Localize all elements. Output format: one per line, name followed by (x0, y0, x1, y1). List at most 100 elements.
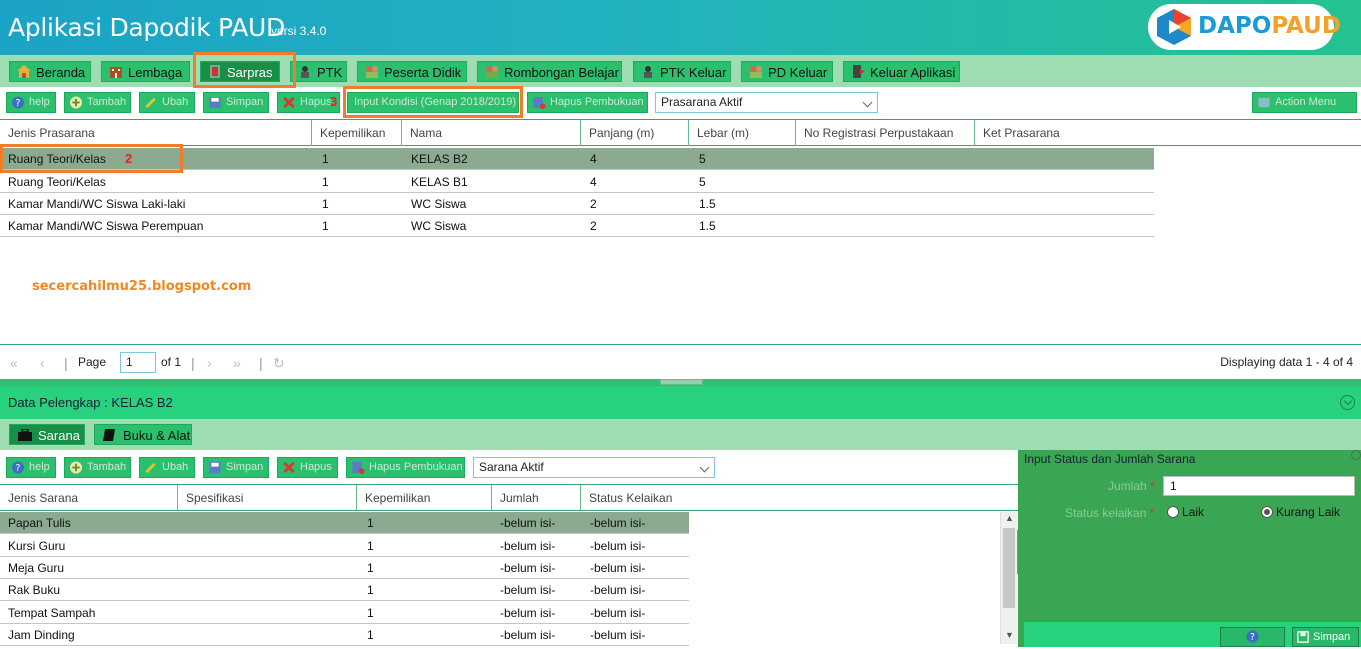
book-delete-icon (533, 96, 546, 109)
col-no-registrasi[interactable]: No Registrasi Perpustakaan (796, 120, 975, 146)
radio-dot (1167, 506, 1179, 518)
save-label: Simpan (1313, 631, 1351, 643)
cell-nama: WC Siswa (411, 219, 467, 233)
menu-keluar-aplikasi[interactable]: Keluar Aplikasi (843, 61, 960, 82)
col-kepemilikan[interactable]: Kepemilikan (357, 485, 492, 511)
tambah-button[interactable]: Tambah (64, 92, 131, 113)
ubah-button[interactable]: Ubah (139, 92, 195, 113)
panel-splitter[interactable] (0, 379, 1361, 386)
col-lebar[interactable]: Lebar (m) (689, 120, 796, 146)
chevron-down-icon (699, 462, 710, 473)
cell-kepemilikan: 1 (322, 152, 329, 166)
col-panjang[interactable]: Panjang (m) (581, 120, 689, 146)
pencil-icon (145, 97, 156, 109)
detail-tambah-button[interactable]: Tambah (64, 457, 131, 478)
menu-label: Peserta Didik (384, 65, 462, 80)
col-nama[interactable]: Nama (402, 120, 581, 146)
cell-nama: WC Siswa (411, 197, 467, 211)
scroll-down-icon[interactable]: ▼ (1005, 630, 1014, 640)
col-status-kelaikan[interactable]: Status Kelaikan (581, 485, 1018, 511)
last-page-icon[interactable]: » (233, 355, 241, 371)
book-icon (103, 429, 115, 441)
table-row[interactable]: Rak Buku 1 -belum isi- -belum isi- (0, 579, 689, 601)
detail-ubah-button[interactable]: Ubah (139, 457, 195, 478)
tab-buku-alat[interactable]: Buku & Alat (94, 424, 192, 445)
col-spesifikasi[interactable]: Spesifikasi (178, 485, 357, 511)
jumlah-input[interactable]: 1 (1163, 476, 1355, 496)
form-save-button[interactable]: Simpan (1292, 627, 1359, 647)
table-row[interactable]: Jam Dinding 1 -belum isi- -belum isi- (0, 624, 689, 646)
table-row[interactable]: Meja Guru 1 -belum isi- -belum isi- (0, 557, 689, 579)
prev-page-icon[interactable]: ‹ (40, 355, 45, 371)
prasarana-filter-select[interactable]: Prasarana Aktif (655, 92, 878, 113)
next-page-icon[interactable]: › (207, 355, 212, 371)
action-menu-button[interactable]: Action Menu (1252, 92, 1357, 113)
logo-text-paud: PAUD (1271, 13, 1341, 39)
table-row[interactable]: Kamar Mandi/WC Siswa Laki-laki 1 WC Sisw… (0, 193, 1154, 215)
teacher-out-icon (644, 66, 652, 78)
students-icon (366, 66, 378, 78)
form-help-button[interactable]: ? (1220, 627, 1285, 647)
detail-help-button[interactable]: ? help (6, 457, 56, 478)
page-of-label: of 1 (161, 355, 182, 369)
tab-sarana[interactable]: Sarana (9, 424, 85, 445)
student-out-icon (750, 66, 762, 78)
splitter-handle[interactable] (660, 379, 703, 385)
dapopaud-logo: DAPOPAUD (1148, 4, 1341, 50)
panel-footer: ? Simpan (1024, 622, 1361, 647)
save-icon (1297, 631, 1309, 643)
menu-label: Lembaga (128, 65, 183, 80)
menu-ptk-keluar[interactable]: PTK Keluar (633, 61, 731, 82)
delete-icon (283, 461, 295, 474)
col-jenis-sarana[interactable]: Jenis Sarana (0, 485, 178, 511)
cell-jenis-sarana: Tempat Sampah (8, 606, 96, 620)
cell-lebar: 1.5 (699, 197, 716, 211)
menu-rombongan-belajar[interactable]: Rombongan Belajar (477, 61, 622, 82)
cell-lebar: 5 (699, 152, 706, 166)
cell-jumlah: -belum isi- (500, 606, 556, 620)
detail-simpan-button[interactable]: Simpan (203, 457, 269, 478)
menu-beranda[interactable]: Beranda (9, 61, 91, 82)
help-button[interactable]: ? help (6, 92, 56, 113)
scrollbar-thumb[interactable] (1003, 528, 1015, 608)
table-row[interactable]: Ruang Teori/Kelas 1 KELAS B1 4 5 (0, 171, 1154, 193)
menu-peserta-didik[interactable]: Peserta Didik (357, 61, 467, 82)
menu-lembaga[interactable]: Lembaga (101, 61, 190, 82)
refresh-icon[interactable]: ↻ (273, 355, 285, 372)
jumlah-label-text: Jumlah (1108, 479, 1147, 493)
scroll-up-icon[interactable]: ▲ (1005, 513, 1014, 523)
detail-hapus-pembukuan-button[interactable]: Hapus Pembukuan (346, 457, 465, 478)
menu-ptk[interactable]: PTK (290, 61, 347, 82)
radio-kurang-laik[interactable]: Kurang Laik (1261, 505, 1340, 519)
hapus-pembukuan-button[interactable]: Hapus Pembukuan (527, 92, 648, 113)
table-row[interactable]: Papan Tulis 1 -belum isi- -belum isi- (0, 512, 689, 534)
cell-jenis-sarana: Jam Dinding (8, 628, 75, 642)
menu-label: PTK Keluar (660, 65, 727, 80)
col-jumlah[interactable]: Jumlah (492, 485, 581, 511)
vertical-scrollbar[interactable]: ▲ ▼ (1000, 512, 1017, 644)
sarana-filter-select[interactable]: Sarana Aktif (473, 457, 715, 478)
menu-pd-keluar[interactable]: PD Keluar (741, 61, 833, 82)
watermark-text: secercahilmu25.blogspot.com (32, 279, 252, 294)
help-icon: ? (1246, 630, 1259, 643)
col-kepemilikan[interactable]: Kepemilikan (312, 120, 402, 146)
table-row[interactable]: Kursi Guru 1 -belum isi- -belum isi- (0, 535, 689, 557)
required-mark: * (1149, 506, 1155, 520)
simpan-button[interactable]: Simpan (203, 92, 269, 113)
table-row[interactable]: Kamar Mandi/WC Siswa Perempuan 1 WC Sisw… (0, 215, 1154, 237)
detail-title: Data Pelengkap : KELAS B2 (8, 395, 173, 410)
table-row[interactable]: Tempat Sampah 1 -belum isi- -belum isi- (0, 602, 689, 624)
cell-jenis: Ruang Teori/Kelas (8, 175, 106, 189)
briefcase-icon (18, 429, 32, 441)
detail-hapus-button[interactable]: Hapus (277, 457, 338, 478)
col-ket-prasarana[interactable]: Ket Prasarana (975, 120, 1361, 146)
tambah-label: Tambah (87, 461, 127, 473)
col-jenis-prasarana[interactable]: Jenis Prasarana (0, 120, 312, 146)
page-number-input[interactable]: 1 (120, 352, 156, 373)
first-page-icon[interactable]: « (10, 355, 18, 371)
radio-laik[interactable]: Laik (1167, 505, 1204, 519)
help-icon: ? (11, 461, 25, 474)
collapse-icon[interactable] (1340, 395, 1355, 410)
building-icon (110, 67, 122, 78)
close-icon[interactable] (1351, 450, 1361, 460)
